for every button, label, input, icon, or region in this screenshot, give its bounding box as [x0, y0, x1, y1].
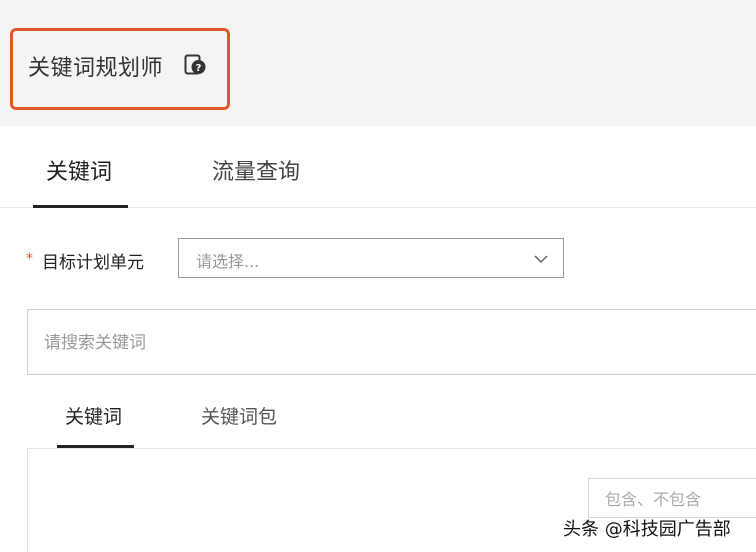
main-tab-bar: 关键词 流量查询 [0, 126, 756, 208]
tab-keywords[interactable]: 关键词 [46, 154, 112, 186]
subtab-keywords[interactable]: 关键词 [65, 402, 122, 429]
chevron-down-icon [534, 255, 548, 264]
target-unit-label: 目标计划单元 [42, 253, 144, 273]
watermark-text: 头条 @科技园广告部 [563, 519, 731, 540]
include-exclude-filter-input[interactable] [605, 487, 756, 511]
page-title: 关键词规划师 [28, 56, 164, 81]
required-mark: * [26, 251, 33, 267]
include-filter-box[interactable] [588, 478, 756, 518]
keyword-search-box[interactable] [27, 309, 756, 375]
svg-text:?: ? [196, 63, 202, 74]
select-placeholder: 请选择... [196, 252, 260, 271]
subtab-keyword-packages[interactable]: 关键词包 [201, 402, 277, 429]
keyword-search-input[interactable] [44, 331, 644, 355]
target-unit-row: * 目标计划单元 请选择... [0, 236, 756, 280]
active-tab-indicator [33, 205, 128, 208]
target-unit-select[interactable]: 请选择... [178, 238, 564, 278]
help-document-icon[interactable]: ? [184, 54, 206, 76]
page-header: 关键词规划师 ? [0, 0, 756, 126]
sub-tab-bar: 关键词 关键词包 [0, 378, 756, 448]
tab-traffic-query[interactable]: 流量查询 [212, 154, 300, 186]
